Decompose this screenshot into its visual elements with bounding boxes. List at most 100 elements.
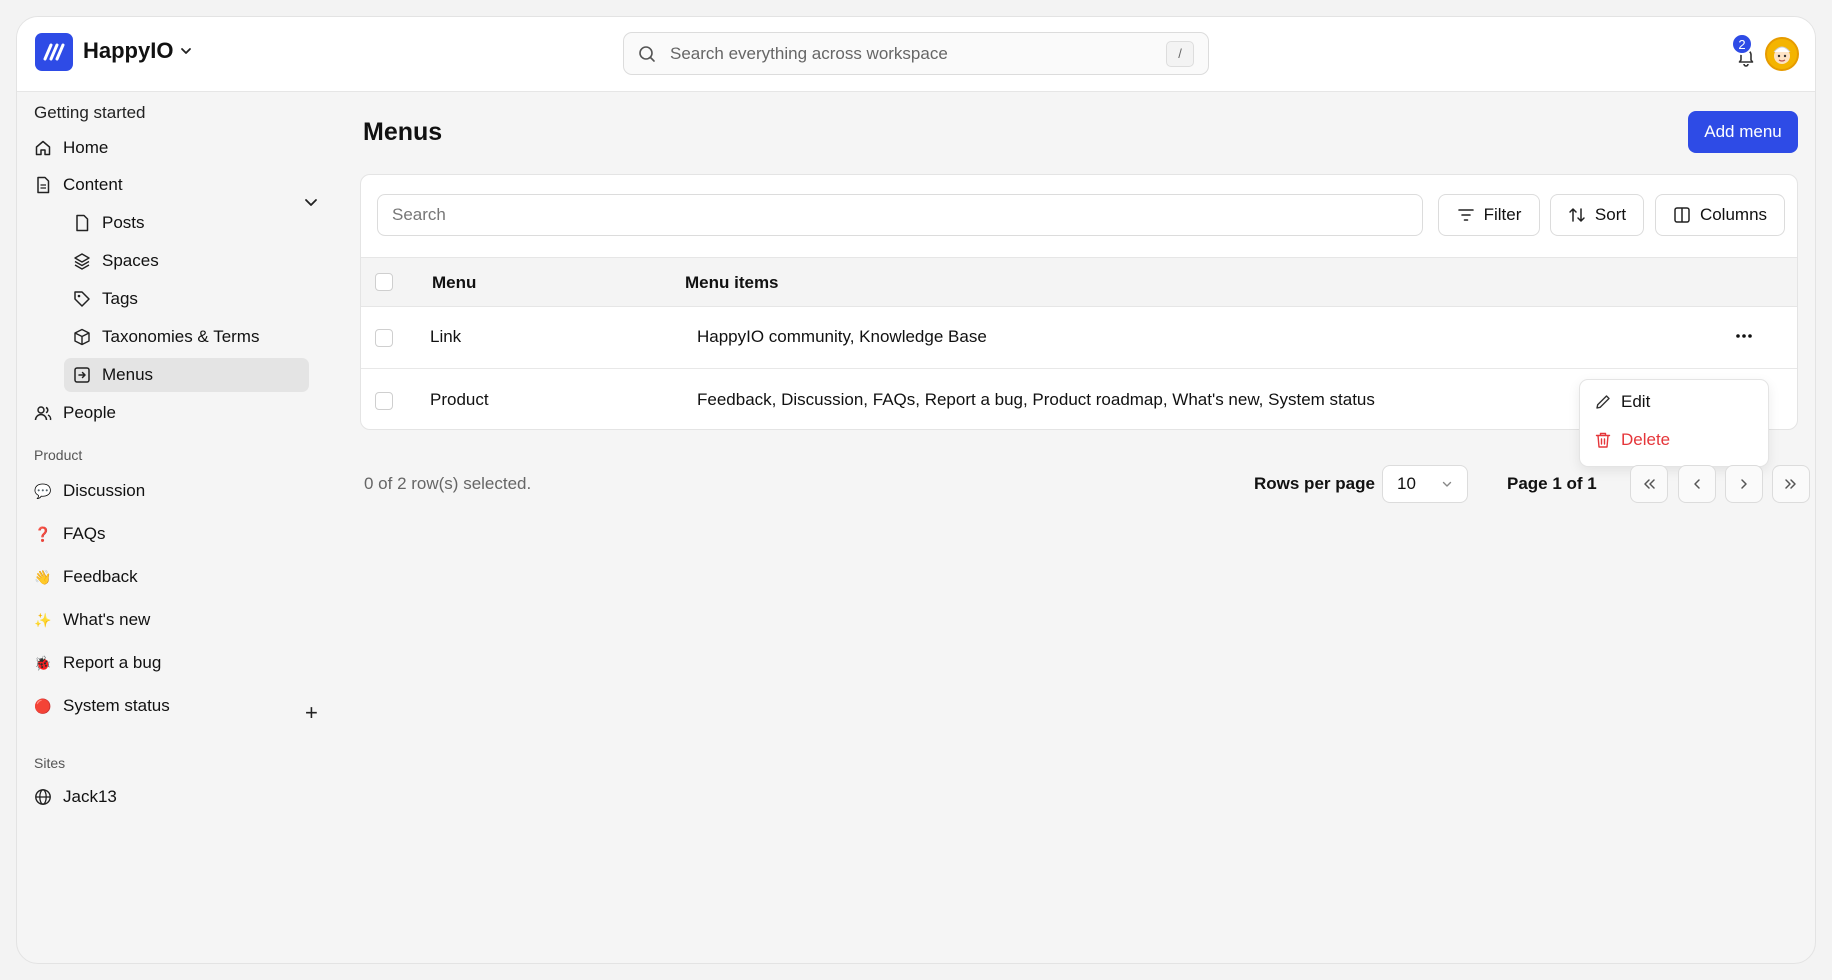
row-actions-button[interactable] (1729, 321, 1759, 351)
rows-per-page-value: 10 (1397, 474, 1416, 493)
sidebar-item-site-jack13[interactable]: Jack13 (34, 780, 117, 814)
sidebar-item-feedback[interactable]: 👋 Feedback (34, 560, 138, 594)
first-page-button[interactable] (1630, 465, 1668, 503)
sidebar-item-label: FAQs (63, 524, 106, 543)
rows-per-page-select[interactable]: 10 (1382, 465, 1468, 503)
search-shortcut-key: / (1166, 40, 1194, 67)
sidebar-item-label: Taxonomies & Terms (102, 327, 260, 346)
question-mark-icon: ❓ (34, 525, 52, 542)
brand-name: HappyIO (83, 38, 174, 63)
row-menu-items: Feedback, Discussion, FAQs, Report a bug… (697, 390, 1375, 409)
selection-count: 0 of 2 row(s) selected. (364, 474, 532, 493)
sidebar-item-taxonomies[interactable]: Taxonomies & Terms (64, 320, 309, 354)
sort-icon (1569, 208, 1585, 222)
sidebar-item-home[interactable]: Home (34, 131, 108, 165)
sort-button[interactable]: Sort (1550, 194, 1644, 236)
table-row[interactable]: Link HappyIO community, Knowledge Base (361, 307, 1797, 369)
row-checkbox[interactable] (375, 329, 393, 347)
sidebar: Getting started Home Content Posts Space… (17, 93, 318, 963)
sidebar-item-label: What's new (63, 610, 151, 629)
red-circle-icon: 🔴 (34, 697, 52, 714)
previous-page-button[interactable] (1678, 465, 1716, 503)
chevron-left-icon (1694, 479, 1700, 489)
sidebar-item-posts[interactable]: Posts (64, 206, 309, 240)
last-page-button[interactable] (1772, 465, 1810, 503)
sidebar-item-label: System status (63, 696, 170, 715)
ladybug-icon: 🐞 (34, 654, 52, 671)
column-header-menu-items[interactable]: Menu items (685, 273, 779, 293)
sidebar-item-label: Spaces (102, 251, 159, 270)
sidebar-item-discussion[interactable]: 💬 Discussion (34, 474, 145, 508)
sidebar-item-label: Tags (102, 289, 138, 308)
sidebar-item-spaces[interactable]: Spaces (64, 244, 309, 278)
sidebar-item-label: Home (63, 138, 109, 157)
user-avatar[interactable] (1765, 37, 1799, 71)
top-header: HappyIO Search everything across workspa… (17, 17, 1815, 92)
speech-bubble-icon: 💬 (34, 482, 52, 499)
document-icon (37, 176, 50, 194)
home-icon (35, 140, 51, 156)
sidebar-item-faqs[interactable]: ❓ FAQs (34, 517, 106, 551)
add-site-plus-icon[interactable]: + (305, 700, 318, 726)
global-search[interactable]: Search everything across workspace / (623, 32, 1209, 75)
sidebar-item-content[interactable]: Content (34, 168, 123, 202)
users-icon (34, 406, 52, 421)
chevron-right-icon (1741, 479, 1747, 489)
sidebar-item-label: Feedback (63, 567, 138, 586)
tag-icon (74, 291, 90, 307)
select-all-checkbox[interactable] (375, 273, 393, 291)
sparkles-icon: ✨ (34, 611, 52, 628)
next-page-button[interactable] (1725, 465, 1763, 503)
sidebar-item-label: Menus (102, 365, 154, 384)
sidebar-item-menus[interactable]: Menus (64, 358, 309, 392)
sidebar-item-label: Content (63, 175, 123, 194)
sidebar-heading-getting-started: Getting started (34, 103, 146, 122)
table-search-input[interactable] (377, 194, 1423, 236)
edit-label: Edit (1621, 392, 1651, 411)
square-arrow-icon (74, 367, 90, 383)
columns-label: Columns (1699, 205, 1768, 224)
column-header-menu[interactable]: Menu (432, 273, 476, 293)
row-menu-name: Product (430, 390, 489, 409)
filter-label: Filter (1483, 205, 1522, 224)
sort-label: Sort (1594, 205, 1627, 224)
app-window: HappyIO Search everything across workspa… (16, 16, 1816, 964)
add-menu-button[interactable]: Add menu (1688, 111, 1798, 153)
search-icon (639, 45, 655, 62)
delete-label: Delete (1621, 430, 1671, 449)
sidebar-item-system-status[interactable]: 🔴 System status (34, 689, 170, 723)
globe-icon (35, 789, 51, 805)
box-icon (74, 328, 90, 346)
filter-button[interactable]: Filter (1438, 194, 1540, 236)
happyio-logo[interactable] (35, 33, 73, 71)
edit-menu-item[interactable]: Edit (1594, 392, 1650, 412)
sidebar-item-label: Discussion (63, 481, 146, 500)
sidebar-item-report-bug[interactable]: 🐞 Report a bug (34, 646, 161, 680)
file-icon (76, 214, 89, 232)
columns-button[interactable]: Columns (1655, 194, 1785, 236)
sidebar-item-tags[interactable]: Tags (64, 282, 309, 316)
more-horizontal-icon (1736, 334, 1752, 338)
filter-icon (1457, 209, 1474, 221)
global-search-placeholder: Search everything across workspace (670, 43, 948, 63)
sidebar-item-people[interactable]: People (34, 396, 116, 430)
sidebar-item-label: Jack13 (63, 787, 117, 806)
delete-menu-item[interactable]: Delete (1594, 430, 1670, 450)
trash-icon (1595, 432, 1611, 448)
chevron-down-icon (181, 48, 192, 54)
row-menu-items: HappyIO community, Knowledge Base (697, 327, 987, 346)
chevrons-left-icon (1644, 479, 1655, 489)
sidebar-section-product: Product (34, 447, 83, 463)
chevrons-right-icon (1785, 479, 1796, 489)
row-menu-name: Link (430, 327, 462, 346)
waving-hand-icon: 👋 (34, 568, 52, 585)
page-indicator: Page 1 of 1 (1507, 474, 1597, 493)
sidebar-item-whats-new[interactable]: ✨ What's new (34, 603, 150, 637)
sidebar-item-label: People (63, 403, 116, 422)
workspace-switcher[interactable]: HappyIO (83, 38, 193, 64)
pencil-icon (1596, 395, 1610, 409)
row-checkbox[interactable] (375, 392, 393, 410)
sidebar-section-sites: Sites (34, 755, 66, 771)
page-title: Menus (363, 118, 443, 146)
notification-badge: 2 (1731, 33, 1753, 55)
